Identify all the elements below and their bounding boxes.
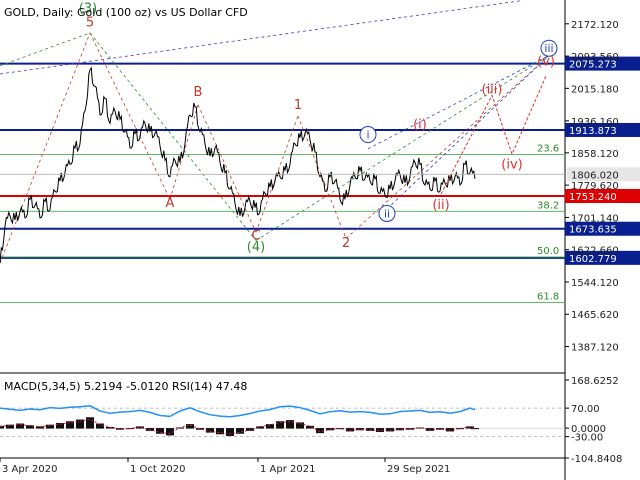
y-tick-label: 1779.620	[571, 181, 619, 192]
chart-header: GOLD, Daily: Gold (100 oz) vs US Dollar …	[4, 6, 248, 19]
wave-label-ii: ii	[384, 207, 390, 220]
wave-label-(4): (4)	[247, 240, 265, 255]
y-tick-label: 2015.180	[571, 84, 619, 95]
fib-label-23.6: 23.6	[537, 144, 559, 155]
macd-label: MACD(5,34,5) 5.2194 -5.0120 RSI(14) 47.4…	[4, 380, 247, 393]
macd-y-tick-label: 168.6252	[571, 376, 619, 387]
macd-hist-bar	[306, 425, 314, 429]
wave-label-(i): (i)	[413, 117, 427, 132]
macd-hist-bar	[471, 428, 479, 430]
fib-label-50.0: 50.0	[537, 246, 559, 257]
y-tick-label: 1701.140	[571, 213, 619, 224]
macd-y-tick-label: -30.00	[571, 433, 603, 444]
x-tick-label: 3 Apr 2020	[2, 464, 57, 475]
macd-hist-bar	[376, 428, 384, 433]
y-tick-label: 2172.120	[571, 20, 619, 31]
fib-label-61.8: 61.8	[537, 292, 559, 303]
macd-y-tick-label: 70.00	[571, 404, 600, 415]
macd-hist-bar	[186, 424, 194, 429]
last-price-label: 1806.020	[571, 170, 619, 181]
wave-label-A: A	[166, 196, 175, 211]
macd-hist-bar	[86, 417, 94, 429]
y-tick-label: 1936.160	[571, 117, 619, 128]
wave-label-B: B	[194, 85, 203, 100]
price-chart[interactable]: 2075.2731913.8731753.2401673.6351602.779…	[0, 0, 640, 480]
y-tick-label: 1387.120	[571, 343, 619, 354]
macd-hist-bar	[156, 428, 164, 434]
x-tick-label: 1 Oct 2020	[130, 464, 185, 475]
chart-root: 2075.273 1913.873 1753.240 1673.635 1602.779…	[0, 0, 640, 480]
macd-hist-bar	[286, 420, 294, 429]
y-tick-label: 1622.660	[571, 246, 619, 257]
support-1-tag-label: 1753.240	[569, 192, 617, 203]
wave-label-(iv): (iv)	[501, 158, 522, 173]
y-tick-label: 1858.120	[571, 149, 619, 160]
fib-label-38.2: 38.2	[537, 200, 559, 211]
x-tick-label: 29 Sep 2021	[387, 464, 450, 475]
wave-label-(iii): (iii)	[482, 83, 503, 98]
macd-y-tick-label: -104.8408	[571, 454, 622, 465]
y-tick-label: 1465.620	[571, 310, 619, 321]
wave-label-(ii): (ii)	[432, 198, 449, 213]
wave-label-i: i	[366, 129, 369, 142]
wave-label-iii: iii	[544, 42, 553, 55]
wave-label-1: 1	[294, 98, 302, 113]
y-tick-label: 1544.120	[571, 278, 619, 289]
support-2-tag-label: 1673.635	[569, 225, 617, 236]
x-tick-label: 1 Apr 2021	[260, 464, 315, 475]
macd-hist-bar	[226, 428, 234, 437]
y-tick-label: 2093.560	[571, 52, 619, 63]
wave-label-(v): (v)	[537, 54, 555, 69]
wave-label-2: 2	[342, 236, 350, 251]
